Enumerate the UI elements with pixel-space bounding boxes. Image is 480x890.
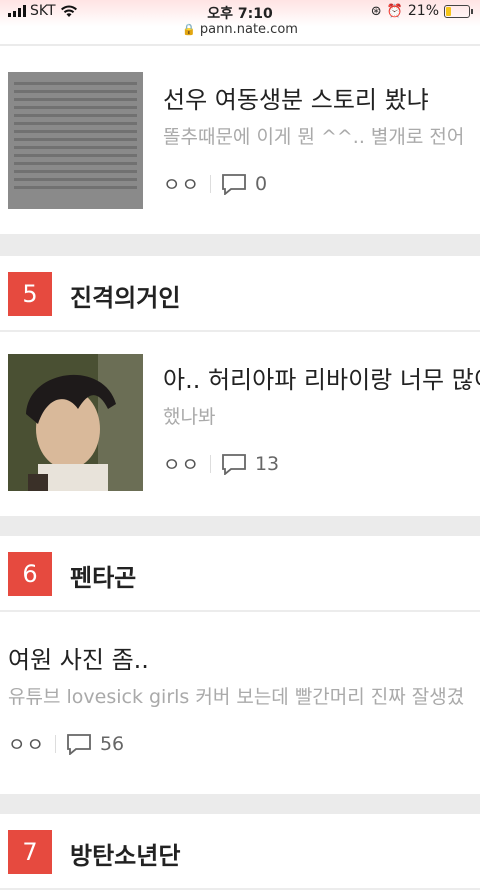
comment-count: 13 bbox=[254, 452, 280, 475]
comment-icon bbox=[67, 733, 91, 755]
board-header[interactable]: 5 진격의거인 bbox=[0, 256, 480, 332]
post-snippet: 유튜브 lovesick girls 커버 보는데 빨간머리 진짜 잘생겼 bbox=[8, 686, 465, 708]
post-snippet: 했나봐 bbox=[163, 406, 216, 428]
post-thumbnail bbox=[8, 72, 143, 209]
comment-icon bbox=[222, 453, 246, 475]
author: ㅇㅇ bbox=[163, 174, 200, 196]
comment-count: 56 bbox=[99, 732, 125, 755]
post-card[interactable]: 여원 사진 좀.. 유튜브 lovesick girls 커버 보는데 빨간머리… bbox=[0, 612, 480, 794]
author: ㅇㅇ bbox=[163, 454, 200, 476]
post-snippet: 똘추때문에 이게 뭔 ^^.. 별개로 전어 bbox=[163, 126, 465, 148]
board-name: 펜타곤 bbox=[70, 564, 137, 592]
board-header[interactable]: 7 방탄소년단 bbox=[0, 814, 480, 890]
lock-icon: 🔒 bbox=[182, 23, 196, 36]
alarm-icon: ⏰ bbox=[386, 3, 403, 19]
comment-icon bbox=[222, 173, 246, 195]
url-text: pann.nate.com bbox=[199, 22, 298, 37]
url-bar[interactable]: 🔒 pann.nate.com bbox=[0, 22, 480, 37]
rank-badge: 5 bbox=[8, 272, 52, 316]
rank-badge: 6 bbox=[8, 552, 52, 596]
status-bar: SKT 오후 7:10 ⊛ ⏰ 21% 🔒 pann.nate.com bbox=[0, 0, 480, 44]
rank-badge: 7 bbox=[8, 830, 52, 874]
author: ㅇㅇ bbox=[8, 734, 45, 756]
post-meta: ㅇㅇ 0 bbox=[163, 170, 267, 197]
comment-count: 0 bbox=[254, 172, 268, 195]
post-thumbnail bbox=[8, 354, 143, 491]
battery-icon bbox=[444, 4, 473, 18]
battery-percent: 21% bbox=[407, 3, 439, 19]
board-name: 진격의거인 bbox=[70, 284, 181, 312]
post-card[interactable]: 아.. 허리아파 리바이랑 너무 많이 했나봐 ㅇㅇ 13 bbox=[0, 332, 480, 516]
post-title[interactable]: 선우 여동생분 스토리 봤냐 bbox=[163, 80, 429, 115]
post-card[interactable]: 선우 여동생분 스토리 봤냐 똘추때문에 이게 뭔 ^^.. 별개로 전어 ㅇㅇ… bbox=[0, 46, 480, 234]
post-meta: ㅇㅇ 56 bbox=[8, 730, 124, 757]
board-header[interactable]: 6 펜타곤 bbox=[0, 536, 480, 612]
board-name: 방탄소년단 bbox=[70, 842, 181, 870]
post-title[interactable]: 여원 사진 좀.. bbox=[8, 640, 149, 675]
post-meta: ㅇㅇ 13 bbox=[163, 450, 279, 477]
rotation-lock-icon: ⊛ bbox=[370, 3, 382, 19]
post-title[interactable]: 아.. 허리아파 리바이랑 너무 많이 bbox=[163, 360, 480, 395]
